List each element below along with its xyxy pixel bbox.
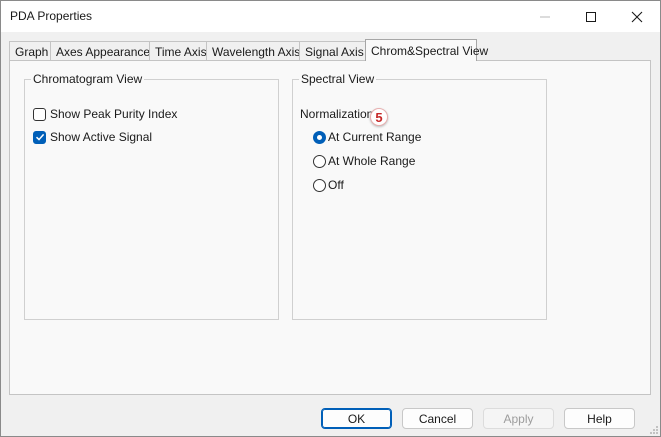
show-peak-purity-index-label: Show Peak Purity Index: [50, 107, 178, 121]
cancel-button[interactable]: Cancel: [402, 408, 473, 429]
minimize-icon: [540, 16, 550, 17]
checkmark-icon: [35, 133, 44, 141]
tab-strip: Graph Axes Appearance Time Axis Waveleng…: [9, 39, 649, 61]
at-whole-range-label: At Whole Range: [328, 154, 416, 168]
off-label: Off: [328, 178, 344, 192]
resize-grip-icon[interactable]: [649, 425, 659, 435]
close-button[interactable]: [614, 1, 660, 32]
tab-time-axis[interactable]: Time Axis: [149, 41, 207, 60]
title-bar: PDA Properties: [1, 1, 660, 32]
spectral-view-group: Spectral View Normalization: At Current …: [292, 72, 547, 320]
close-icon: [631, 11, 643, 22]
pda-properties-dialog: PDA Properties Graph Axes Appearance Tim…: [0, 0, 661, 437]
radio-unselected-icon[interactable]: [313, 154, 326, 168]
radio-off[interactable]: Off: [313, 178, 344, 192]
tab-axes-appearance[interactable]: Axes Appearance: [50, 41, 150, 60]
at-current-range-label: At Current Range: [328, 130, 422, 144]
show-active-signal-checkbox[interactable]: Show Active Signal: [33, 130, 152, 144]
tab-wavelength-axis[interactable]: Wavelength Axis: [206, 41, 300, 60]
window-title: PDA Properties: [10, 9, 93, 23]
radio-unselected-icon[interactable]: [313, 178, 326, 192]
checkbox-unchecked-icon[interactable]: [33, 107, 46, 121]
minimize-button[interactable]: [522, 1, 568, 32]
spectral-view-title: Spectral View: [299, 72, 377, 86]
radio-selected-icon[interactable]: [313, 130, 326, 144]
tab-signal-axis[interactable]: Signal Axis: [299, 41, 367, 60]
show-peak-purity-index-checkbox[interactable]: Show Peak Purity Index: [33, 107, 177, 121]
chromatogram-view-group: Chromatogram View Show Peak Purity Index…: [24, 72, 279, 320]
tab-chrom-spectral-view[interactable]: Chrom&Spectral View: [365, 39, 488, 61]
tab-graph[interactable]: Graph: [9, 41, 51, 60]
show-active-signal-label: Show Active Signal: [50, 130, 153, 144]
maximize-icon: [586, 11, 596, 22]
radio-at-current-range[interactable]: At Current Range: [313, 130, 421, 144]
chromatogram-view-title: Chromatogram View: [31, 72, 145, 86]
checkbox-checked-icon[interactable]: [33, 130, 46, 144]
ok-button[interactable]: OK: [321, 408, 392, 429]
apply-button[interactable]: Apply: [483, 408, 554, 429]
normalization-label: Normalization:: [300, 107, 377, 121]
tab-panel: Chromatogram View Show Peak Purity Index…: [9, 60, 651, 395]
help-button[interactable]: Help: [564, 408, 635, 429]
annotation-badge: 5: [370, 108, 388, 126]
radio-at-whole-range[interactable]: At Whole Range: [313, 154, 415, 168]
maximize-button[interactable]: [568, 1, 614, 32]
